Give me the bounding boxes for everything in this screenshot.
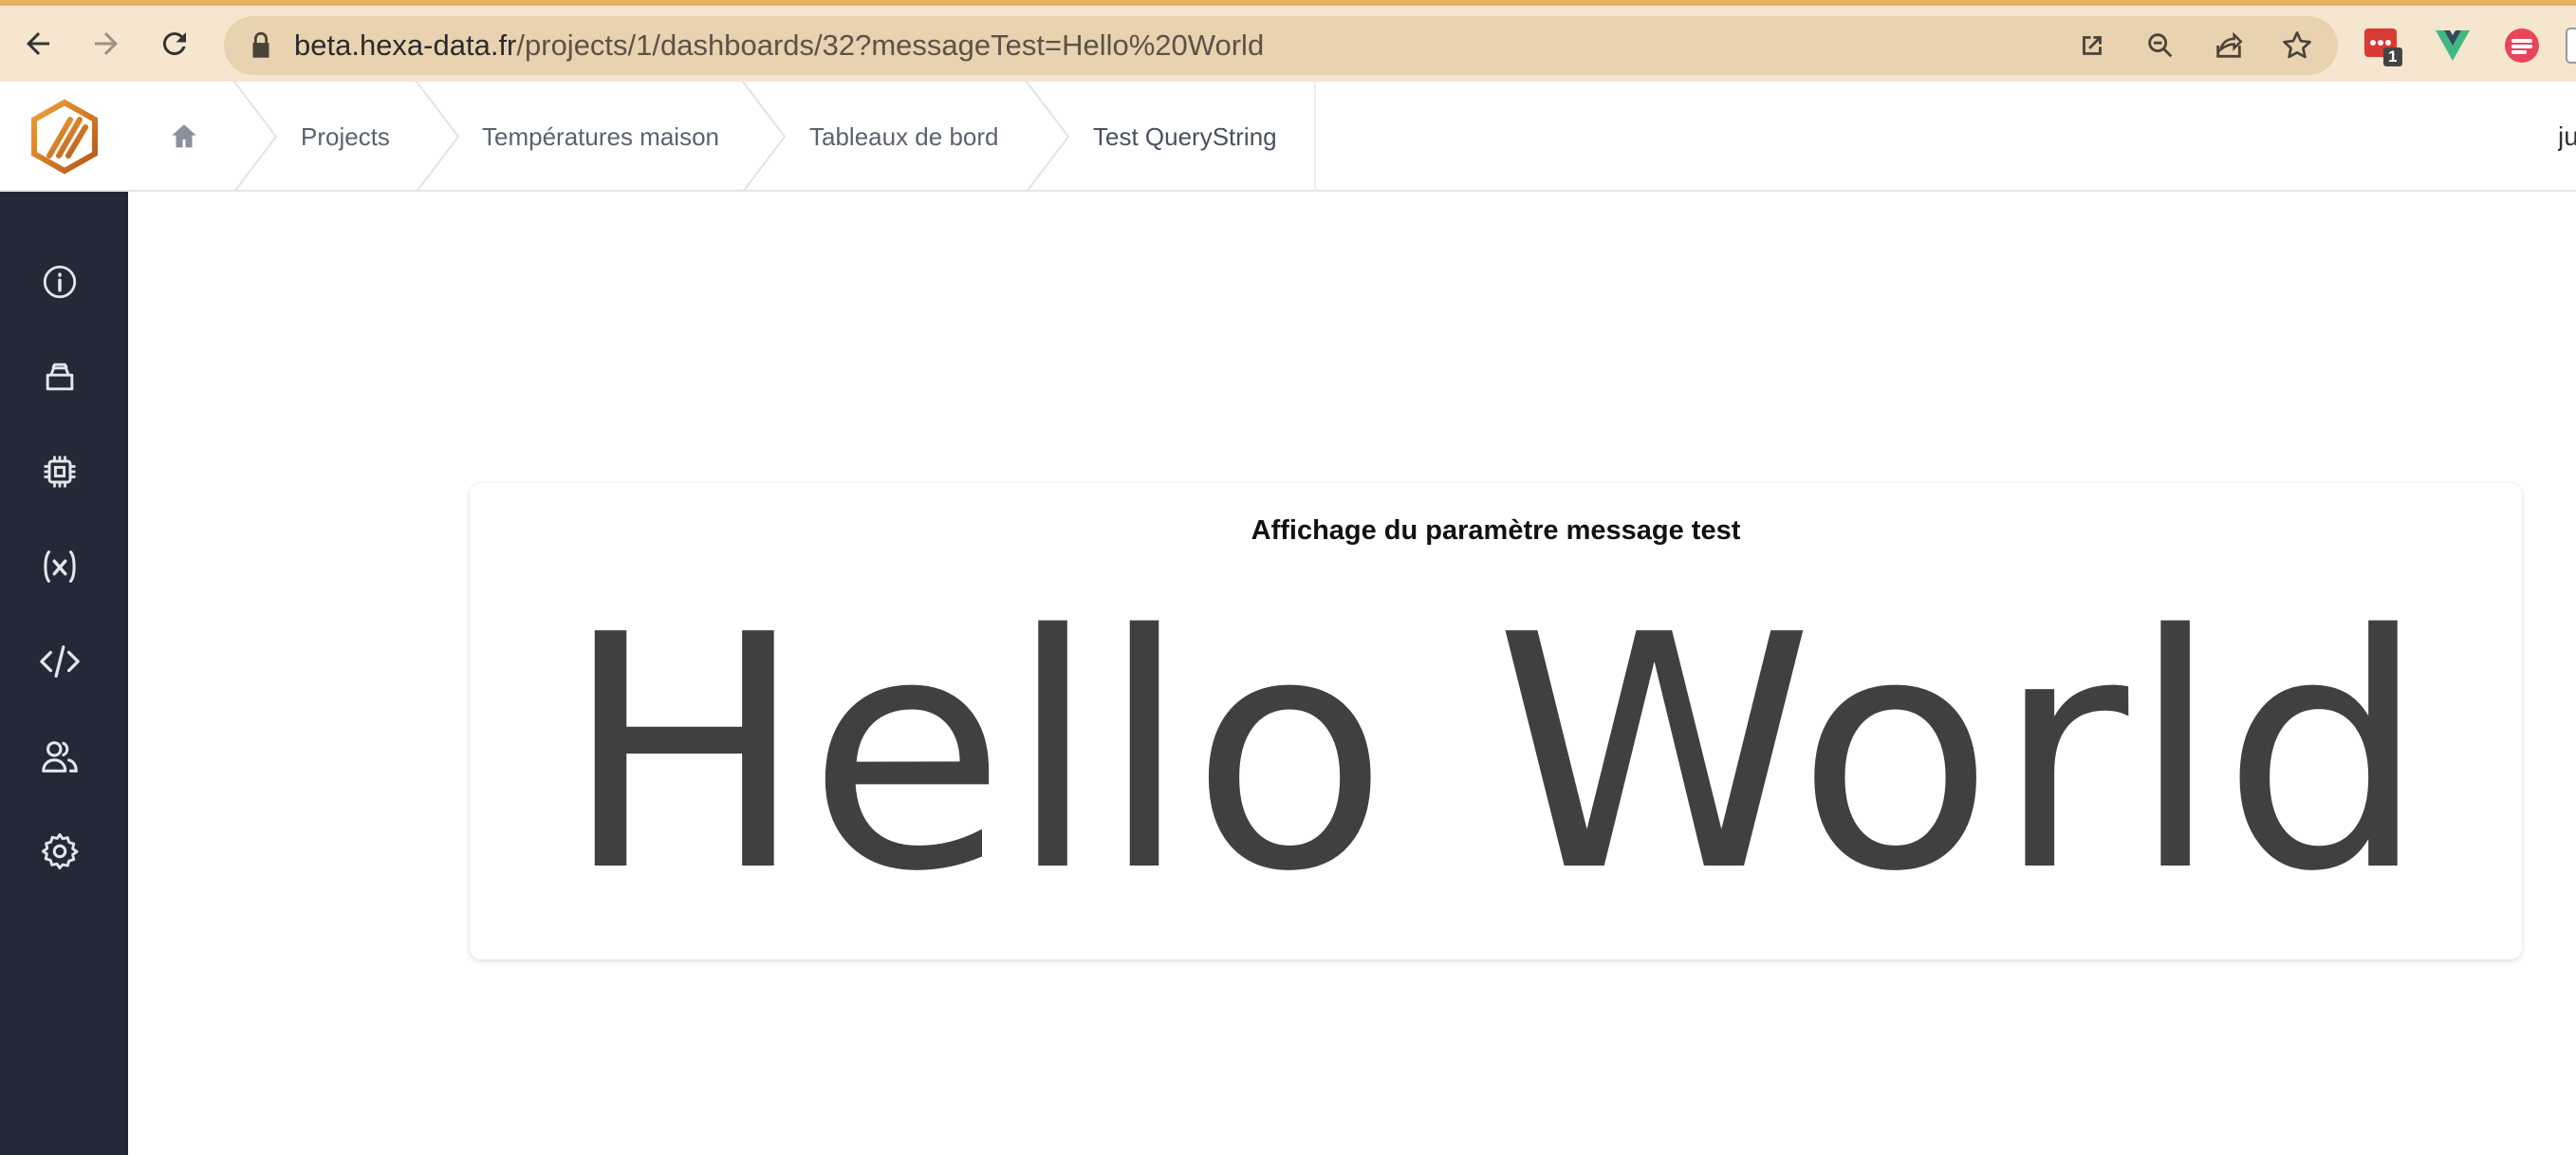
extension-circle-icon[interactable]: [2501, 25, 2543, 66]
lock-icon[interactable]: [245, 29, 277, 62]
sidebar-item-variables[interactable]: [30, 537, 89, 596]
hexa-data-logo[interactable]: [0, 82, 128, 192]
info-icon: [43, 265, 77, 299]
variable-icon: [44, 550, 76, 583]
vue-devtools-icon[interactable]: [2432, 25, 2474, 66]
breadcrumb-separator: [233, 82, 278, 192]
code-icon: [40, 645, 80, 678]
sidebar-item-users[interactable]: [30, 727, 89, 786]
sidebar: [0, 192, 128, 1155]
sidebar-item-code[interactable]: [30, 632, 89, 691]
widget-title: Affichage du paramètre message test: [1251, 515, 1741, 546]
back-icon[interactable]: [11, 17, 65, 70]
breadcrumb-separator: [742, 82, 787, 192]
widget-value: Hello World: [563, 567, 2429, 942]
breadcrumb-separator: [416, 82, 460, 192]
sidebar-item-info[interactable]: [30, 252, 89, 311]
url-text[interactable]: beta.hexa-data.fr/projects/1/dashboards/…: [294, 16, 1264, 75]
reload-icon[interactable]: [148, 17, 201, 70]
extension-cut-icon[interactable]: [2565, 25, 2576, 66]
database-icon: [46, 363, 74, 391]
app-header: Projects Températures maison Tableaux de…: [0, 82, 2576, 192]
open-in-app-icon[interactable]: [2074, 28, 2110, 64]
breadcrumb-project[interactable]: Températures maison: [482, 82, 719, 192]
gear-icon: [41, 832, 79, 870]
breadcrumb-current[interactable]: Test QueryString: [1093, 82, 1277, 192]
bookmark-star-icon[interactable]: [2279, 28, 2315, 64]
home-icon[interactable]: [168, 82, 200, 192]
chip-icon: [44, 456, 76, 488]
forward-icon[interactable]: [80, 17, 133, 70]
share-icon[interactable]: [2211, 28, 2247, 64]
sidebar-item-devices[interactable]: [30, 442, 89, 501]
zoom-icon[interactable]: [2142, 28, 2178, 64]
browser-toolbar: beta.hexa-data.fr/projects/1/dashboards/…: [0, 0, 2576, 82]
extension-badge: 1: [2388, 47, 2398, 65]
sidebar-item-data[interactable]: [30, 347, 89, 406]
url-host: beta.hexa-data.fr: [294, 28, 517, 62]
breadcrumb-dashboards[interactable]: Tableaux de bord: [809, 82, 998, 192]
extension-icon[interactable]: 1: [2363, 25, 2404, 66]
url-path: /projects/1/dashboards/32?messageTest=He…: [516, 28, 1265, 62]
address-bar[interactable]: beta.hexa-data.fr/projects/1/dashboards/…: [224, 16, 2338, 75]
text-widget[interactable]: Affichage du paramètre message test Hell…: [470, 483, 2522, 959]
user-menu[interactable]: ju: [2558, 82, 2576, 192]
sidebar-item-settings[interactable]: [30, 822, 89, 881]
users-icon: [42, 741, 78, 773]
breadcrumb-projects[interactable]: Projects: [301, 82, 390, 192]
breadcrumb-end-divider: [1314, 82, 1316, 192]
breadcrumb-separator: [1026, 82, 1070, 192]
